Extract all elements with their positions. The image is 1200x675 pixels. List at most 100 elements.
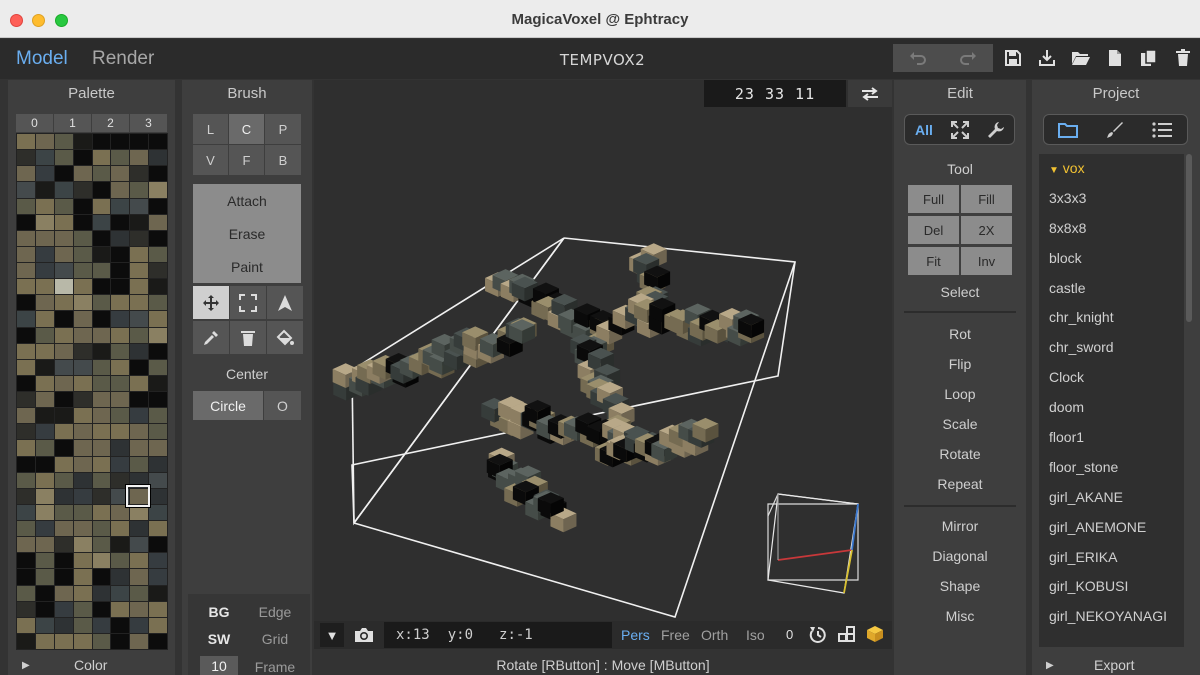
new-file-icon[interactable] xyxy=(1104,47,1126,69)
palette-swatch[interactable] xyxy=(111,182,130,198)
palette-swatch[interactable] xyxy=(149,424,167,440)
palette-swatch[interactable] xyxy=(35,198,54,214)
palette-swatch[interactable] xyxy=(73,521,92,537)
palette-swatch[interactable] xyxy=(54,472,73,488)
sw-toggle[interactable]: SW xyxy=(197,631,241,647)
palette-swatch[interactable] xyxy=(17,198,35,214)
trash-icon[interactable] xyxy=(1172,47,1194,69)
palette-swatch[interactable] xyxy=(111,585,130,601)
tab-model[interactable]: Model xyxy=(16,48,68,70)
list-item[interactable]: chr_knight xyxy=(1039,303,1184,333)
scale-button[interactable]: Scale xyxy=(904,416,1016,432)
palette-swatch[interactable] xyxy=(149,392,167,408)
diagonal-button[interactable]: Diagonal xyxy=(904,548,1016,564)
filter-all[interactable]: All xyxy=(915,122,933,138)
palette-swatch[interactable] xyxy=(111,408,130,424)
palette-swatch[interactable] xyxy=(54,150,73,166)
palette-swatch[interactable] xyxy=(92,166,111,182)
palette-swatch[interactable] xyxy=(73,263,92,279)
palette-swatch[interactable] xyxy=(130,633,149,649)
palette-swatch[interactable] xyxy=(54,408,73,424)
palette-swatch[interactable] xyxy=(149,408,167,424)
palette-swatch[interactable] xyxy=(73,553,92,569)
palette-swatch[interactable] xyxy=(130,263,149,279)
tool-fill-button[interactable]: Fill xyxy=(961,185,1012,213)
download-icon[interactable] xyxy=(1036,47,1058,69)
palette-swatch[interactable] xyxy=(111,166,130,182)
brush-mode-c[interactable]: C xyxy=(229,114,264,144)
list-item[interactable]: castle xyxy=(1039,274,1184,304)
palette-swatch[interactable] xyxy=(92,182,111,198)
palette-swatch[interactable] xyxy=(92,601,111,617)
palette-swatch[interactable] xyxy=(17,279,35,295)
shape-button[interactable]: Shape xyxy=(904,578,1016,594)
palette-swatch[interactable] xyxy=(130,343,149,359)
palette-swatch[interactable] xyxy=(17,295,35,311)
palette-swatch[interactable] xyxy=(73,279,92,295)
palette-swatch[interactable] xyxy=(17,182,35,198)
project-scrollbar[interactable] xyxy=(1186,154,1192,322)
palette-swatch[interactable] xyxy=(111,504,130,520)
reset-view-icon[interactable] xyxy=(808,625,828,645)
palette-swatch[interactable] xyxy=(149,617,167,633)
brush-mode-p[interactable]: P xyxy=(265,114,301,144)
redo-icon[interactable] xyxy=(943,44,993,72)
palette-swatch[interactable] xyxy=(35,150,54,166)
palette-swatch[interactable] xyxy=(130,601,149,617)
palette-swatch[interactable] xyxy=(54,214,73,230)
loop-button[interactable]: Loop xyxy=(904,386,1016,402)
palette-swatch[interactable] xyxy=(149,601,167,617)
palette-swatch[interactable] xyxy=(92,150,111,166)
palette-swatch[interactable] xyxy=(149,472,167,488)
erase-button[interactable]: Erase xyxy=(193,217,301,250)
palette-swatch[interactable] xyxy=(130,327,149,343)
palette-swatch[interactable] xyxy=(17,230,35,246)
palette-swatch[interactable] xyxy=(73,504,92,520)
palette-swatch[interactable] xyxy=(130,246,149,262)
palette-swatch[interactable] xyxy=(111,263,130,279)
view-orth[interactable]: Orth xyxy=(701,627,728,643)
palette-grid[interactable] xyxy=(16,133,168,650)
circle-button[interactable]: Circle xyxy=(193,391,263,420)
palette-swatch[interactable] xyxy=(149,456,167,472)
palette-swatch[interactable] xyxy=(149,230,167,246)
view-free[interactable]: Free xyxy=(661,627,690,643)
palette-swatch[interactable] xyxy=(54,601,73,617)
select-label[interactable]: Select xyxy=(904,284,1016,300)
palette-swatch[interactable] xyxy=(35,343,54,359)
folder-open-icon[interactable] xyxy=(1070,47,1092,69)
list-item[interactable]: chr_sword xyxy=(1039,333,1184,363)
palette-swatch[interactable] xyxy=(17,504,35,520)
repeat-button[interactable]: Repeat xyxy=(904,476,1016,492)
palette-swatch[interactable] xyxy=(149,585,167,601)
palette-swatch[interactable] xyxy=(111,134,130,150)
palette-tab-3[interactable]: 3 xyxy=(130,114,167,132)
palette-swatch[interactable] xyxy=(35,134,54,150)
palette-swatch[interactable] xyxy=(54,537,73,553)
palette-swatch[interactable] xyxy=(111,553,130,569)
palette-swatch[interactable] xyxy=(17,375,35,391)
palette-swatch[interactable] xyxy=(130,214,149,230)
3d-viewport[interactable] xyxy=(314,80,892,621)
palette-swatch[interactable] xyxy=(73,424,92,440)
palette-swatch[interactable] xyxy=(54,343,73,359)
palette-swatch[interactable] xyxy=(130,166,149,182)
palette-swatch[interactable] xyxy=(111,150,130,166)
palette-swatch[interactable] xyxy=(92,440,111,456)
export-section-label[interactable]: Export xyxy=(1094,657,1134,673)
palette-swatch[interactable] xyxy=(92,537,111,553)
palette-swatch[interactable] xyxy=(35,408,54,424)
palette-swatch[interactable] xyxy=(54,295,73,311)
palette-swatch[interactable] xyxy=(130,134,149,150)
palette-swatch[interactable] xyxy=(54,359,73,375)
palette-swatch[interactable] xyxy=(35,327,54,343)
palette-swatch[interactable] xyxy=(54,456,73,472)
palette-swatch[interactable] xyxy=(149,198,167,214)
palette-swatch[interactable] xyxy=(17,359,35,375)
palette-swatch[interactable] xyxy=(73,585,92,601)
paint-button[interactable]: Paint xyxy=(193,250,301,283)
palette-swatch[interactable] xyxy=(73,198,92,214)
palette-swatch[interactable] xyxy=(149,633,167,649)
palette-swatch[interactable] xyxy=(149,295,167,311)
layout-grid-icon[interactable] xyxy=(838,625,856,643)
